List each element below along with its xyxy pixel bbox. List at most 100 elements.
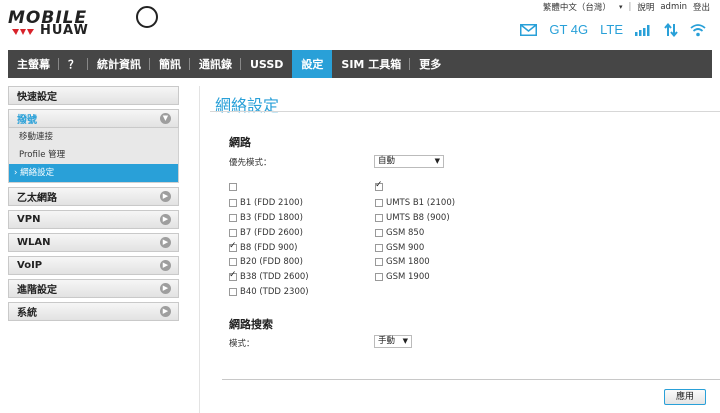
checkbox[interactable]	[375, 214, 383, 222]
nav-more[interactable]: 更多	[410, 50, 450, 78]
network-section-title: 網路	[229, 136, 251, 149]
apply-button[interactable]: 應用	[664, 389, 706, 405]
sidebar-item-label: 進階設定	[17, 285, 57, 296]
lte-band-all[interactable]	[229, 183, 240, 191]
sidebar-sublist: 移動連接 Profile 管理 › 網絡設定	[8, 128, 179, 183]
band-gsm-1800[interactable]: GSM 1800	[375, 257, 430, 267]
checkbox[interactable]	[375, 199, 383, 207]
checkbox[interactable]	[375, 273, 383, 281]
sidebar-subitem-profile-management[interactable]: Profile 管理	[9, 146, 178, 164]
logo: MOBILE HUAW	[8, 6, 158, 38]
band-label: GSM 1900	[386, 272, 430, 282]
nav-sim-toolkit[interactable]: SIM 工具箱	[332, 50, 411, 78]
nav-statistics[interactable]: 統計資訊	[88, 50, 150, 78]
main-nav: 主螢幕 ？ 統計資訊 簡訊 通訊錄 USSD 設定 SIM 工具箱 更多	[8, 50, 712, 78]
signal-strength-icon	[635, 25, 650, 36]
sidebar-item-label: 乙太網路	[17, 193, 57, 204]
mail-icon[interactable]	[520, 23, 538, 36]
sidebar-item-label: VoIP	[17, 260, 43, 271]
lte-band-b1[interactable]: B1 (FDD 2100)	[229, 198, 303, 208]
band-label: B8 (FDD 900)	[240, 243, 298, 253]
help-link[interactable]: 說明	[637, 1, 654, 13]
sidebar-subitem-mobile-connection[interactable]: 移動連接	[9, 128, 178, 146]
network-search-section-title: 網路搜索	[229, 318, 273, 331]
user-link[interactable]: admin	[660, 2, 687, 12]
sidebar-item-dialup[interactable]: 撥號 ▼	[8, 109, 179, 128]
logout-link[interactable]: 登出	[693, 1, 710, 13]
huawei-petal-icon	[12, 29, 34, 35]
sidebar-item-system[interactable]: 系統 ▶	[8, 302, 179, 321]
language-select[interactable]: 繁體中文（台灣） ▾	[543, 1, 623, 13]
chevron-down-icon[interactable]: ▼	[160, 113, 171, 124]
checkbox[interactable]	[229, 288, 237, 296]
band-label: B38 (TDD 2600)	[240, 272, 309, 282]
language-value: 繁體中文（台灣）	[542, 3, 611, 13]
header: MOBILE HUAW 繁體中文（台灣） ▾ | 說明 admin 登出 GT …	[0, 0, 720, 48]
search-mode-select[interactable]: 手動 ▼	[374, 335, 412, 348]
sidebar-item-label: 快速設定	[17, 92, 57, 103]
preferred-mode-value: 自動	[378, 156, 396, 166]
band-label: B1 (FDD 2100)	[240, 198, 303, 208]
band-label: B20 (FDD 800)	[240, 257, 303, 267]
nav-settings[interactable]: 設定	[292, 50, 333, 78]
top-links: 繁體中文（台灣） ▾ | 說明 admin 登出	[543, 1, 710, 13]
lte-band-b40[interactable]: B40 (TDD 2300)	[229, 287, 309, 297]
logo-face-icon	[136, 6, 158, 28]
band-gsm-900[interactable]: GSM 900	[375, 243, 424, 253]
sidebar: 快速設定 撥號 ▼ 移動連接 Profile 管理 › 網絡設定 乙太網路 ▶ …	[8, 86, 179, 325]
checkbox-checked[interactable]	[229, 270, 237, 281]
nav-home[interactable]: 主螢幕	[8, 50, 59, 78]
checkbox[interactable]	[375, 229, 383, 237]
wifi-icon	[690, 23, 706, 36]
lte-band-b7[interactable]: B7 (FDD 2600)	[229, 228, 303, 238]
band-label: GSM 850	[386, 228, 425, 238]
checkbox[interactable]	[229, 214, 237, 222]
preferred-mode-label: 優先模式：	[229, 158, 272, 168]
sidebar-item-ethernet[interactable]: 乙太網路 ▶	[8, 187, 179, 206]
sidebar-subitem-network-settings[interactable]: › 網絡設定	[9, 164, 178, 182]
lte-band-b3[interactable]: B3 (FDD 1800)	[229, 213, 303, 223]
band-gsm-1900[interactable]: GSM 1900	[375, 272, 430, 282]
band-umts-b1[interactable]: UMTS B1 (2100)	[375, 198, 455, 208]
sidebar-item-label: VPN	[17, 214, 41, 225]
chevron-right-icon[interactable]: ▶	[160, 260, 171, 271]
content-divider	[199, 86, 200, 413]
checkbox[interactable]	[375, 244, 383, 252]
lte-band-b38[interactable]: B38 (TDD 2600)	[229, 270, 309, 282]
checkbox[interactable]	[229, 258, 237, 266]
band-gsm-850[interactable]: GSM 850	[375, 228, 424, 238]
logo-sub: HUAW	[40, 23, 89, 38]
umts-gsm-band-all[interactable]	[375, 180, 386, 191]
band-label: B7 (FDD 2600)	[240, 228, 303, 238]
band-label: B3 (FDD 1800)	[240, 213, 303, 223]
separator: |	[628, 2, 632, 12]
sidebar-item-wlan[interactable]: WLAN ▶	[8, 233, 179, 252]
chevron-right-icon[interactable]: ▶	[160, 306, 171, 317]
lte-band-b8[interactable]: B8 (FDD 900)	[229, 241, 298, 253]
nav-help[interactable]: ？	[59, 50, 88, 78]
sidebar-item-vpn[interactable]: VPN ▶	[8, 210, 179, 229]
bottom-divider	[222, 379, 720, 380]
chevron-right-icon[interactable]: ▶	[160, 214, 171, 225]
sidebar-item-voip[interactable]: VoIP ▶	[8, 256, 179, 275]
sidebar-subitem-label: 網絡設定	[20, 168, 55, 178]
checkbox[interactable]	[229, 229, 237, 237]
checkbox[interactable]	[229, 183, 237, 191]
chevron-right-icon[interactable]: ▶	[160, 237, 171, 248]
checkbox[interactable]	[229, 199, 237, 207]
chevron-right-icon[interactable]: ▶	[160, 283, 171, 294]
nav-contacts[interactable]: 通訊錄	[190, 50, 241, 78]
sidebar-item-advanced[interactable]: 進階設定 ▶	[8, 279, 179, 298]
data-transfer-icon	[664, 22, 678, 37]
checkbox-checked[interactable]	[229, 241, 237, 252]
band-umts-b8[interactable]: UMTS B8 (900)	[375, 213, 450, 223]
chevron-down-icon: ▼	[402, 337, 408, 345]
lte-band-b20[interactable]: B20 (FDD 800)	[229, 257, 303, 267]
checkbox[interactable]	[375, 258, 383, 266]
nav-sms[interactable]: 簡訊	[150, 50, 190, 78]
preferred-mode-select[interactable]: 自動 ▼	[374, 155, 444, 168]
nav-ussd[interactable]: USSD	[241, 50, 292, 78]
checkbox-checked[interactable]	[375, 180, 383, 191]
sidebar-item-quick-setup[interactable]: 快速設定	[8, 86, 179, 105]
chevron-right-icon[interactable]: ▶	[160, 191, 171, 202]
